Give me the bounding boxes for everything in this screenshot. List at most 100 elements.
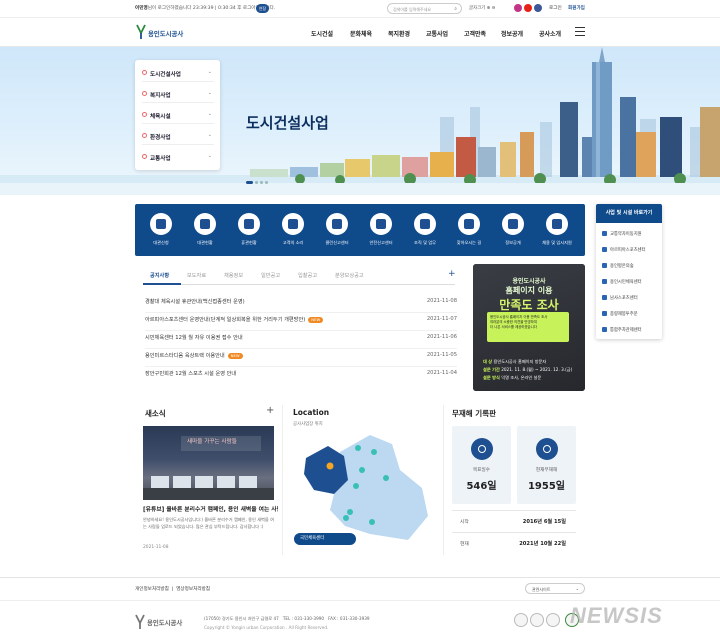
- shortcut-citizen-sports[interactable]: 용인시민체육센터: [602, 279, 642, 285]
- side-menu-welfare[interactable]: 복지사업 ⌄: [142, 85, 214, 103]
- start-date-row: 시작 2016년 6월 15일: [452, 510, 576, 532]
- tab-bid[interactable]: 입찰공고: [298, 272, 317, 279]
- facebook-icon[interactable]: [534, 4, 542, 12]
- slide-dot[interactable]: [246, 181, 253, 184]
- quick-safety-report[interactable]: 안전신고센터: [359, 213, 403, 246]
- notice-row[interactable]: 장안구민회관 12월 스포츠 시설 운영 안내 2021-11-04: [145, 366, 457, 385]
- nav-customer[interactable]: 고객만족: [464, 29, 486, 38]
- news-headline[interactable]: [유튜브] 올바른 분리수거 캠페인, 용인 새벽을 여는 사람들: [143, 504, 278, 513]
- instagram-icon[interactable]: [514, 4, 522, 12]
- slide-dot[interactable]: [260, 181, 263, 184]
- slide-dot[interactable]: [265, 181, 268, 184]
- related-sites-select[interactable]: 관련사이트 ⌄: [525, 583, 585, 594]
- privacy-policy-link[interactable]: 개인정보처리방침: [135, 587, 169, 592]
- side-menu-environment[interactable]: 환경사업 ⌄: [142, 127, 214, 145]
- nav-transport[interactable]: 교통사업: [426, 29, 448, 38]
- notice-title: 시민체육센터 12월 월 자유 이용권 접수 안내: [145, 335, 243, 341]
- tab-press[interactable]: 보도자료: [187, 272, 206, 279]
- quick-rental-status[interactable]: 대관현황: [183, 213, 227, 246]
- quick-info-disclosure[interactable]: 정보공개: [491, 213, 535, 246]
- parking-icon: [602, 327, 607, 332]
- tab-sale[interactable]: 분양보상공고: [335, 272, 364, 279]
- quick-clean-report[interactable]: 클린신고센터: [315, 213, 359, 246]
- nav-info-disclosure[interactable]: 정보공개: [501, 29, 523, 38]
- cctv-policy-link[interactable]: 영상정보처리방침: [176, 587, 210, 592]
- survey-banner[interactable]: 용인도시공사 홈페이지 이용 만족도 조사 용인도시공사 홈페이지 이용 만족도…: [473, 264, 585, 391]
- font-size-control[interactable]: 글자크기 ⊕ ⊖: [469, 5, 495, 11]
- shortcut-parking[interactable]: 통합주차관제센터: [602, 327, 642, 333]
- tree-icon: [602, 263, 607, 268]
- current-days-card: 현재무재해 1955일: [517, 426, 576, 504]
- facility-location-button[interactable]: 국민체육센터: [294, 533, 356, 545]
- hamburger-menu-icon[interactable]: [575, 27, 585, 36]
- notice-date: 2021-11-06: [426, 334, 457, 340]
- shortcut-transport-support[interactable]: 교통약자이동지원: [602, 231, 642, 237]
- notice-row[interactable]: 시민체육센터 12월 월 자유 이용권 접수 안내 2021-11-06: [145, 330, 457, 349]
- footer-address: (17050) 경기도 용인시 처인구 금령로 47 TEL : 031-330…: [204, 616, 370, 621]
- slide-dot[interactable]: [255, 181, 258, 184]
- quick-customer-voice[interactable]: 고객의 소리: [271, 213, 315, 246]
- yongin-map[interactable]: [300, 430, 432, 545]
- shortcut-label: 통합주차관제센터: [610, 328, 642, 333]
- quick-organization[interactable]: 조직 및 업무: [403, 213, 447, 246]
- font-size-label: 글자크기: [469, 6, 486, 11]
- hero-pagination[interactable]: [246, 179, 270, 184]
- shortcut-label: 교통약자이동지원: [610, 232, 642, 237]
- tab-general[interactable]: 일반공고: [261, 272, 280, 279]
- quick-menu-bar: 대관신청 대관현황 휴관현황 고객의 소리 클린신고센터 안전신고센터 조직 및…: [135, 204, 585, 256]
- notice-title: 장안구민회관 12월 스포츠 시설 운영 안내: [145, 371, 237, 377]
- more-notices-icon[interactable]: +: [448, 269, 456, 279]
- shortcut-waste-bag[interactable]: 종량제봉투주문: [602, 311, 638, 317]
- quick-closure-status[interactable]: 휴관현황: [227, 213, 271, 246]
- hero-banner: [0, 47, 720, 195]
- active-tab-indicator: [143, 283, 181, 285]
- site-logo[interactable]: 용인도시공사: [136, 24, 196, 42]
- tab-recruit[interactable]: 채용정보: [224, 272, 243, 279]
- quick-label: 찾아오시는 길: [456, 240, 482, 245]
- side-menu-urban-construction[interactable]: 도시건설사업 ⌄: [142, 64, 214, 82]
- location-subtitle: 공사사업장 위치: [293, 422, 323, 427]
- notice-date: 2021-11-05: [426, 352, 457, 358]
- more-news-icon[interactable]: +: [266, 405, 274, 416]
- nav-about[interactable]: 공사소개: [539, 29, 561, 38]
- quick-label: 안전신고센터: [369, 240, 393, 245]
- side-menu-label: 환경사업: [150, 135, 171, 141]
- row-value: 2021년 10월 22일: [519, 541, 566, 547]
- join-link[interactable]: 회원가입: [568, 5, 585, 11]
- extend-session-button[interactable]: 연장: [256, 4, 269, 13]
- notice-row[interactable]: 용인미르스타디움 육상트랙 이용안내 NEW 2021-11-05: [145, 348, 457, 367]
- banner-phone-illustration: 용인도시공사 홈페이지 이용 만족도 조사 여러분의 소중한 의견을 반영하여 …: [487, 312, 569, 342]
- search-icon[interactable]: ⌕: [454, 6, 457, 12]
- footer-copyright: Copyright © Yongin urban Corporation . A…: [204, 625, 329, 630]
- login-link[interactable]: 로그인: [549, 5, 562, 11]
- search-input[interactable]: 검색어를 입력해주세요 ⌕: [387, 3, 462, 14]
- nav-welfare-environment[interactable]: 복지환경: [388, 29, 410, 38]
- side-menu-sports[interactable]: 체육시설 ⌄: [142, 106, 214, 124]
- quick-rental-apply[interactable]: 대관신청: [139, 213, 183, 246]
- shortcut-arpia[interactable]: 아르피아스포츠센터: [602, 247, 646, 253]
- magnifier-person-icon: [546, 213, 568, 235]
- panel-title: 사업 및 시설 바로가기: [596, 204, 662, 223]
- notice-date: 2021-11-08: [426, 298, 457, 304]
- shortcut-pyeongon[interactable]: 용인평온의숲: [602, 263, 634, 269]
- chevron-down-icon: ⌄: [207, 90, 212, 96]
- youtube-icon[interactable]: [524, 4, 532, 12]
- shortcut-namsa-sports[interactable]: 남사스포츠센터: [602, 295, 638, 301]
- chevron-down-icon: ⌄: [207, 132, 212, 138]
- building-icon: [142, 70, 147, 75]
- notice-row[interactable]: 아르피아스포츠센터 운영안내(단계적 일상회복을 위한 거리두기 개편방안) NE…: [145, 312, 457, 331]
- siren-icon: [370, 213, 392, 235]
- tab-notice[interactable]: 공지사항: [150, 272, 169, 279]
- safety-title: 무재해 기록판: [452, 409, 497, 418]
- survey-period: 설문 기간 2021. 11. 8.(월) ~ 2021. 12. 3.(금): [483, 367, 573, 372]
- notice-row[interactable]: 경찰대 체육시설 휴관안내(백신접종센터 운영) 2021-11-08: [145, 294, 457, 313]
- quick-recruitment[interactable]: 채용 및 입시지원: [535, 213, 579, 246]
- certification-badge-icon: [530, 613, 544, 627]
- quick-directions[interactable]: 찾아오시는 길: [447, 213, 491, 246]
- side-menu-transport[interactable]: 교통사업 ⌄: [142, 148, 214, 166]
- location-title: Location: [293, 408, 330, 417]
- side-menu-label: 교통사업: [150, 156, 171, 162]
- news-thumbnail[interactable]: 새마을 가꾸는 사람들: [143, 426, 274, 500]
- nav-culture-sports[interactable]: 문화체육: [350, 29, 372, 38]
- nav-urban-construction[interactable]: 도시건설: [311, 29, 333, 38]
